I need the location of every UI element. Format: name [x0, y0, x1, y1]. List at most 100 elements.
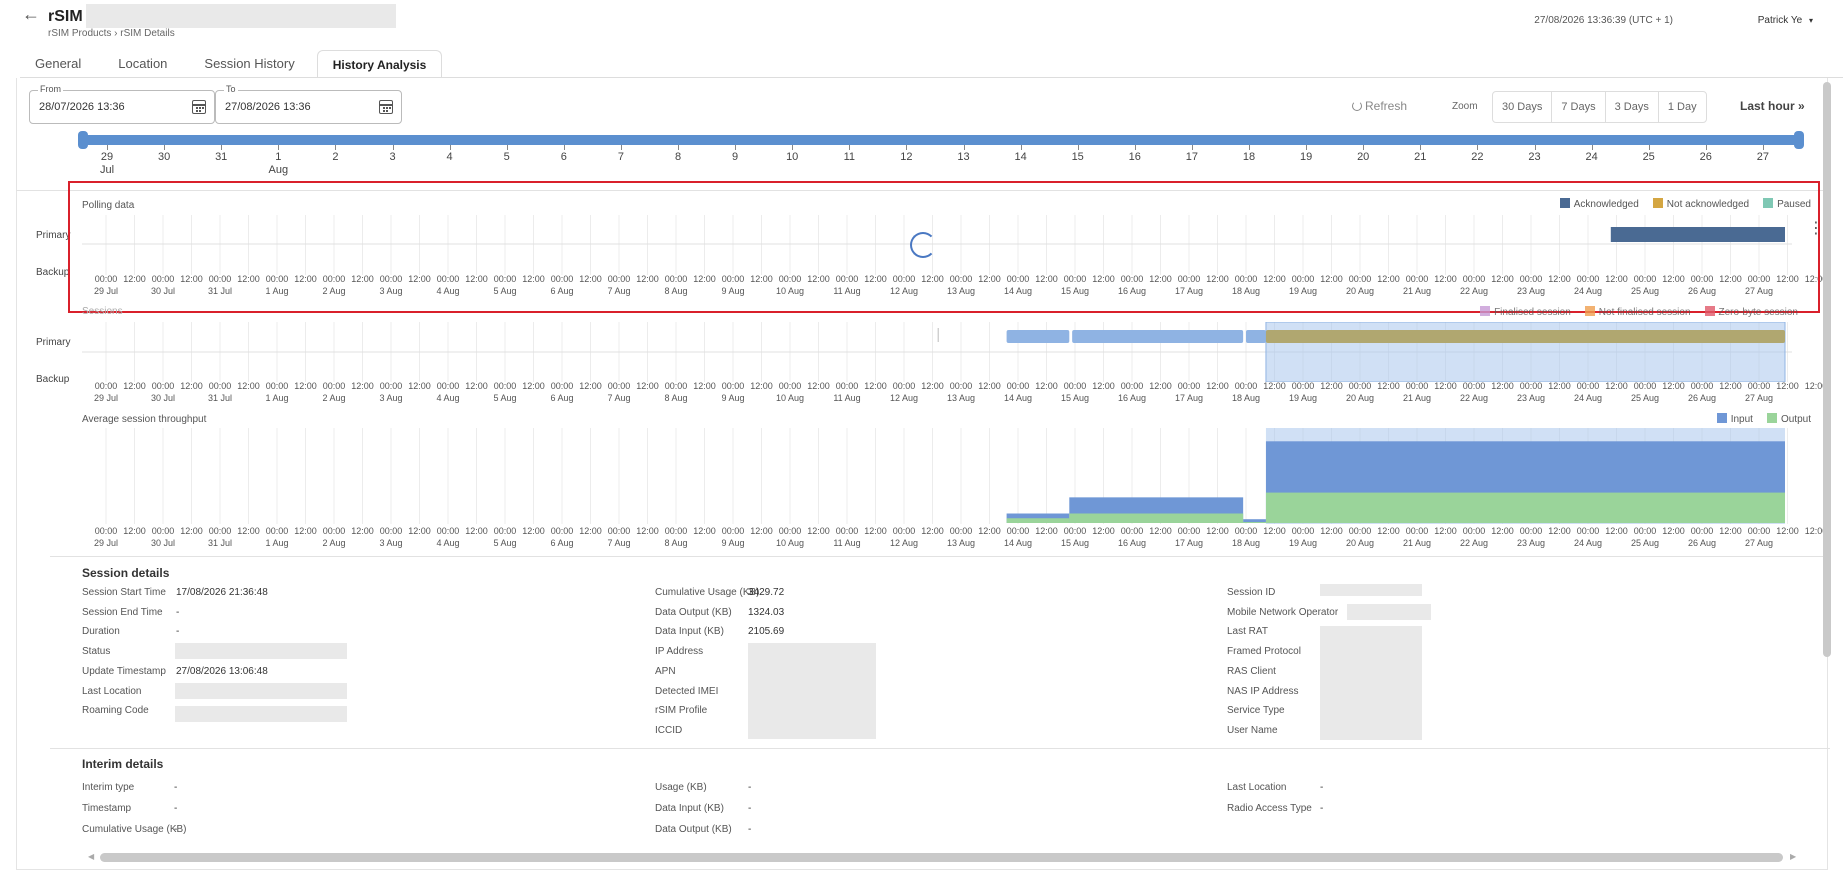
axis-tick-label: 12:00 — [294, 526, 317, 536]
zoom-3-days-button[interactable]: 3 Days — [1606, 92, 1659, 122]
legend-not-finalised-session[interactable]: Not finalised session — [1584, 306, 1691, 318]
slider-tick — [1591, 145, 1593, 150]
axis-tick-label: 00:00 17 Aug — [1174, 381, 1204, 403]
axis-tick-label: 00:00 8 Aug — [664, 381, 688, 403]
slider-day-label: 5 — [503, 151, 510, 163]
redacted-network-info — [748, 643, 876, 739]
detail-value: 17/08/2026 21:36:48 — [176, 587, 268, 598]
slider-day-label: 11 — [843, 151, 856, 163]
legend-output[interactable]: Output — [1766, 413, 1811, 425]
tab-history-analysis[interactable]: History Analysis — [316, 50, 443, 78]
axis-tick-label: 12:00 — [1719, 381, 1742, 391]
tab-general[interactable]: General — [20, 50, 96, 78]
output-area[interactable] — [1069, 513, 1244, 524]
tab-location[interactable]: Location — [103, 50, 182, 78]
slider-day-label: 27 — [1756, 151, 1770, 163]
slider-day-label: 3 — [389, 151, 396, 163]
detail-label: IP Address — [655, 646, 704, 658]
zoom-7-days-button[interactable]: 7 Days — [1552, 92, 1606, 122]
slider-tick — [792, 145, 794, 150]
axis-tick-label: 00:00 31 Jul — [207, 526, 233, 548]
from-date-field[interactable]: From 28/07/2026 13:36 — [29, 84, 215, 124]
axis-tick-label: 00:00 7 Aug — [607, 381, 631, 403]
horizontal-scrollbar[interactable] — [100, 853, 1783, 862]
to-value: 27/08/2026 13:36 — [225, 101, 311, 113]
polling-row-primary: Primary — [36, 230, 71, 241]
slider-tick — [1363, 145, 1365, 150]
slider-tick — [164, 145, 166, 150]
axis-tick-label: 00:00 30 Jul — [150, 526, 176, 548]
from-value: 28/07/2026 13:36 — [39, 101, 125, 113]
axis-tick-label: 12:00 — [1092, 526, 1115, 536]
zoom-1-day-button[interactable]: 1 Day — [1659, 92, 1706, 122]
axis-tick-label: 00:00 12 Aug — [889, 526, 919, 548]
axis-tick-label: 00:00 23 Aug — [1516, 381, 1546, 403]
axis-tick-label: 00:00 29 Jul — [93, 526, 119, 548]
axis-tick-label: 12:00 — [123, 526, 146, 536]
slider-end-handle[interactable] — [1794, 131, 1804, 149]
output-area[interactable] — [1243, 522, 1266, 523]
axis-tick-label: 00:00 27 Aug — [1744, 381, 1774, 403]
throughput-chart[interactable] — [82, 428, 1792, 524]
axis-tick-label: 00:00 15 Aug — [1060, 526, 1090, 548]
zoom-30-days-button[interactable]: 30 Days — [1493, 92, 1553, 122]
output-area[interactable] — [1265, 492, 1785, 523]
slider-tick — [1020, 145, 1022, 150]
legend-finalised-session[interactable]: Finalised session — [1480, 306, 1571, 318]
date-range-slider[interactable] — [82, 135, 1798, 145]
user-menu[interactable]: Patrick Ye ▾ — [1758, 15, 1813, 26]
slider-day-label: 30 — [157, 151, 171, 163]
output-area[interactable] — [1006, 518, 1070, 523]
slider-tick — [1077, 145, 1079, 150]
axis-tick-label: 12:00 — [1206, 526, 1229, 536]
detail-value: - — [1320, 782, 1324, 793]
axis-tick-label: 12:00 — [1776, 526, 1799, 536]
zoom-button-group: 30 Days 7 Days 3 Days 1 Day — [1492, 91, 1707, 123]
to-date-field[interactable]: To 27/08/2026 13:36 — [215, 84, 402, 124]
slider-day-label: 10 — [786, 151, 799, 163]
to-label: To — [224, 84, 238, 94]
slider-start-handle[interactable] — [78, 131, 88, 149]
session-bar[interactable] — [1246, 330, 1266, 343]
session-bar[interactable] — [1072, 330, 1244, 343]
last-hour-button[interactable]: Last hour » — [1740, 99, 1805, 113]
axis-tick-label: 00:00 19 Aug — [1288, 381, 1318, 403]
slider-day-label: 1 Aug — [268, 151, 289, 176]
detail-label: Interim type — [82, 782, 135, 793]
axis-tick-label: 00:00 9 Aug — [721, 526, 745, 548]
detail-label: Usage (KB) — [655, 782, 707, 793]
session-bar[interactable] — [1265, 330, 1785, 343]
tab-session-history[interactable]: Session History — [189, 50, 309, 78]
axis-tick-label: 12:00 — [1719, 526, 1742, 536]
axis-tick-label: 00:00 21 Aug — [1402, 381, 1432, 403]
scroll-right-icon[interactable]: ▶ — [1790, 852, 1796, 861]
refresh-button[interactable]: Refresh — [1352, 99, 1407, 113]
axis-tick-label: 12:00 — [351, 381, 374, 391]
axis-tick-label: 00:00 7 Aug — [607, 526, 631, 548]
axis-tick-label: 00:00 10 Aug — [775, 381, 805, 403]
breadcrumb[interactable]: rSIM Products › rSIM Details — [48, 28, 175, 39]
calendar-icon[interactable] — [192, 100, 206, 114]
axis-tick-label: 12:00 — [1320, 526, 1343, 536]
calendar-icon[interactable] — [379, 100, 393, 114]
slider-day-label: 22 — [1471, 151, 1484, 163]
slider-tick — [849, 145, 851, 150]
detail-label: Roaming Code — [82, 705, 149, 717]
scroll-left-icon[interactable]: ◀ — [88, 852, 94, 861]
detail-label: APN — [655, 665, 676, 677]
vertical-scrollbar[interactable] — [1823, 82, 1831, 657]
more-options-icon[interactable]: ⋮ — [1808, 218, 1824, 238]
legend-swatch — [1584, 306, 1595, 316]
axis-tick-label: 00:00 24 Aug — [1573, 381, 1603, 403]
slider-tick — [221, 145, 223, 150]
legend-swatch — [1766, 413, 1777, 423]
axis-tick-label: 12:00 — [408, 526, 431, 536]
detail-label: Session End Time — [82, 606, 163, 618]
session-bar[interactable] — [1006, 330, 1070, 343]
sessions-chart[interactable] — [82, 322, 1792, 382]
detail-value: 1324.03 — [748, 606, 785, 618]
back-arrow-icon[interactable]: ← — [22, 4, 40, 25]
legend-input[interactable]: Input — [1716, 413, 1753, 425]
legend-zero-byte-session[interactable]: Zero-byte session — [1704, 306, 1798, 318]
slider-tick — [678, 145, 679, 150]
